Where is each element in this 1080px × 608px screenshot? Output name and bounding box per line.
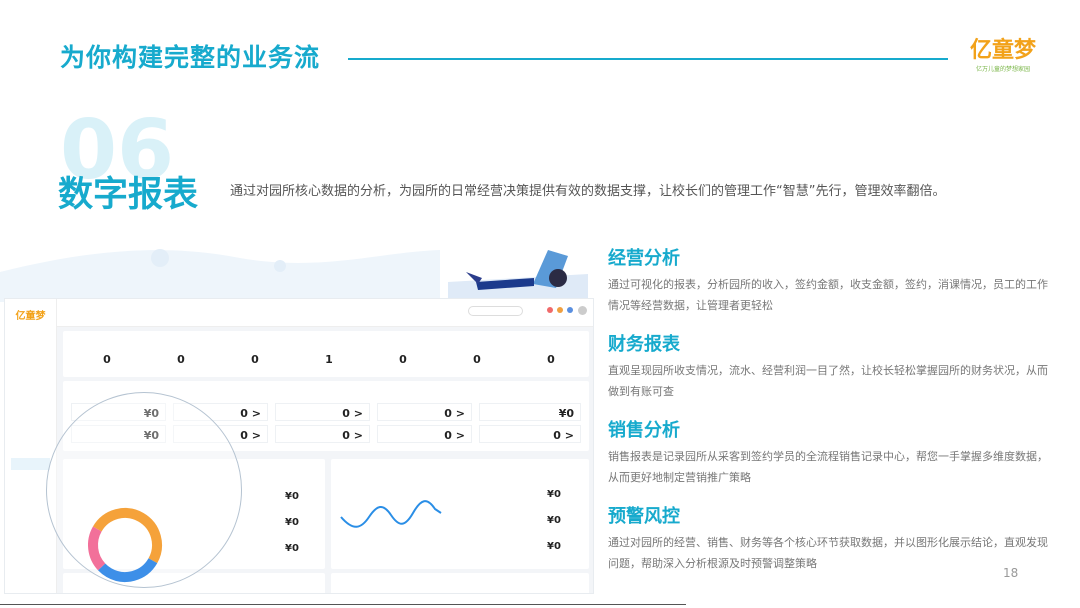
summary-value: 0 > bbox=[342, 407, 363, 420]
kpi-value: 0 bbox=[251, 353, 259, 366]
revenue-amount: ¥0 bbox=[285, 543, 299, 554]
summary-cell[interactable]: 0 > bbox=[377, 425, 472, 443]
title-divider bbox=[348, 58, 948, 60]
kpi-value: 0 bbox=[473, 353, 481, 366]
sidebar-item[interactable] bbox=[11, 444, 50, 456]
feature-sales-analysis: 销售分析 销售报表是记录园所从采客到签约学员的全流程销售记录中心，帮您一手掌握多… bbox=[608, 416, 1048, 488]
sidebar-item[interactable] bbox=[11, 360, 50, 372]
kpi-value: 0 bbox=[103, 353, 111, 366]
feature-title: 销售分析 bbox=[608, 420, 680, 441]
feature-title: 预警风控 bbox=[608, 506, 680, 527]
feature-description: 销售报表是记录园所从采客到签约学员的全流程销售记录中心，帮您一手掌握多维度数据，… bbox=[608, 450, 1048, 484]
page-title: 为你构建完整的业务流 bbox=[60, 43, 321, 72]
feature-description: 通过可视化的报表，分析园所的收入，签约金额，收支金额，签约，消课情况，员工的工作… bbox=[608, 278, 1048, 312]
kpi-item: 0 bbox=[147, 353, 215, 366]
sidebar-item[interactable] bbox=[11, 402, 50, 414]
sidebar-item[interactable] bbox=[11, 388, 50, 400]
trend-amount: ¥0 bbox=[547, 489, 561, 500]
kpi-item: 0 bbox=[443, 353, 511, 366]
summary-value: 0 > bbox=[342, 429, 363, 442]
summary-cell[interactable]: 0 > bbox=[275, 403, 370, 421]
sidebar-item[interactable] bbox=[11, 374, 50, 386]
kpi-item: 0 bbox=[221, 353, 289, 366]
kpi-value: 0 bbox=[399, 353, 407, 366]
trend-line-chart bbox=[340, 500, 442, 528]
feature-risk-warning: 预警风控 通过对园所的经营、销售、财务等各个核心环节获取数据，并以图形化展示结论… bbox=[608, 502, 1048, 574]
message-icon[interactable] bbox=[557, 307, 563, 313]
sidebar-item[interactable] bbox=[11, 430, 50, 442]
revenue-amount: ¥0 bbox=[285, 517, 299, 528]
feature-title: 财务报表 bbox=[608, 334, 680, 355]
dashboard-search-input[interactable] bbox=[468, 306, 523, 316]
settings-icon[interactable] bbox=[567, 307, 573, 313]
summary-value: 0 > bbox=[444, 407, 465, 420]
dashboard-logo: 亿童梦 bbox=[15, 311, 46, 322]
sidebar-item[interactable] bbox=[11, 500, 50, 512]
summary-value: 0 > bbox=[240, 407, 261, 420]
feature-description: 直观呈现园所收支情况，流水、经营利润一目了然，让校长轻松掌握园所的财务状况，从而… bbox=[608, 364, 1048, 398]
summary-value: 0 > bbox=[553, 429, 574, 442]
summary-cell[interactable]: 0 > bbox=[377, 403, 472, 421]
sidebar-item[interactable] bbox=[11, 346, 50, 358]
feature-operation-analysis: 经营分析 通过可视化的报表，分析园所的收入，签约金额，收支金额，签约，消课情况，… bbox=[608, 244, 1048, 316]
summary-value: 0 > bbox=[444, 429, 465, 442]
feature-description: 通过对园所的经营、销售、财务等各个核心环节获取数据，并以图形化展示结论，直观发现… bbox=[608, 536, 1048, 570]
summary-value: ¥0 bbox=[558, 407, 574, 420]
sidebar-item[interactable] bbox=[11, 472, 50, 484]
kpi-value: 0 bbox=[177, 353, 185, 366]
kpi-value: 1 bbox=[325, 353, 333, 366]
notification-icon[interactable] bbox=[547, 307, 553, 313]
kpi-item: 1 bbox=[295, 353, 363, 366]
sidebar-item[interactable] bbox=[11, 486, 50, 498]
section-title: 数字报表 bbox=[58, 175, 199, 215]
bottom-divider bbox=[0, 604, 686, 605]
logo-wordmark: 亿童梦 bbox=[969, 38, 1036, 63]
page-number: 18 bbox=[1003, 566, 1019, 580]
summary-cell[interactable]: ¥0 bbox=[479, 403, 581, 421]
logo-tagline: 亿万儿童的梦想家园 bbox=[975, 66, 1030, 73]
sidebar-item[interactable] bbox=[11, 416, 50, 428]
summary-cell[interactable]: 0 > bbox=[275, 425, 370, 443]
sidebar-item[interactable] bbox=[11, 332, 50, 344]
feature-title: 经营分析 bbox=[608, 248, 680, 269]
section-description: 通过对园所核心数据的分析，为园所的日常经营决策提供有效的数据支撑，让校长们的管理… bbox=[230, 184, 946, 199]
avatar[interactable] bbox=[578, 306, 587, 315]
kpi-item: 0 bbox=[73, 353, 141, 366]
sidebar-item-reports[interactable] bbox=[11, 458, 50, 470]
trend-card: ¥0 ¥0 ¥0 bbox=[331, 459, 589, 569]
brand-logo: 亿童梦 亿万儿童的梦想家园 bbox=[963, 32, 1043, 76]
kpi-item: 0 bbox=[517, 353, 585, 366]
feature-financial-report: 财务报表 直观呈现园所收支情况，流水、经营利润一目了然，让校长轻松掌握园所的财务… bbox=[608, 330, 1048, 402]
kpi-item: 0 bbox=[369, 353, 437, 366]
dashboard-sidebar: 亿童梦 bbox=[5, 299, 57, 593]
summary-value: 0 > bbox=[240, 429, 261, 442]
dashboard-topbar bbox=[57, 299, 593, 327]
revenue-donut-chart bbox=[88, 508, 162, 582]
trend-amount: ¥0 bbox=[547, 541, 561, 552]
summary-cell[interactable]: 0 > bbox=[479, 425, 581, 443]
people-card bbox=[331, 573, 589, 593]
person-lying-illustration bbox=[448, 250, 588, 300]
trend-amount: ¥0 bbox=[547, 515, 561, 526]
revenue-amount: ¥0 bbox=[285, 491, 299, 502]
kpi-value: 0 bbox=[547, 353, 555, 366]
kpi-card: 0 0 0 1 0 0 0 bbox=[63, 331, 589, 377]
